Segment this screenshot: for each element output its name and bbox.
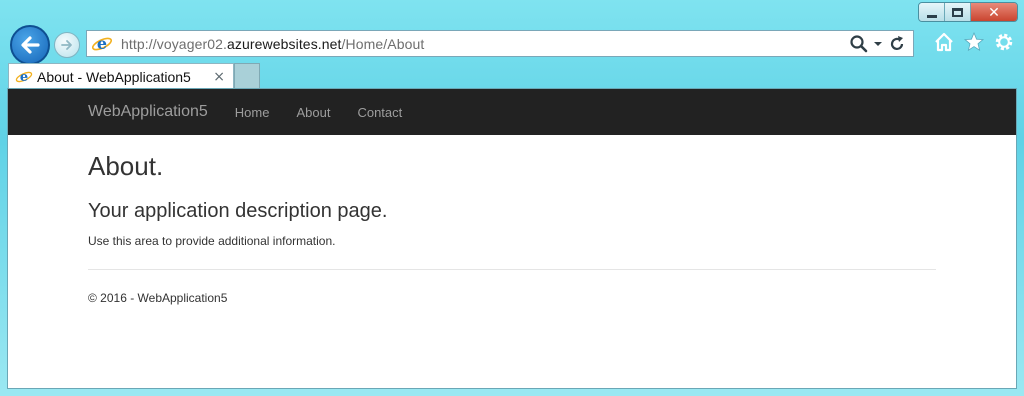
site-navbar: WebApplication5 Home About Contact xyxy=(8,89,1016,135)
favorites-button[interactable] xyxy=(962,30,986,54)
maximize-button[interactable] xyxy=(945,3,971,21)
browser-toolbar xyxy=(932,30,1016,54)
tab-strip: e About - WebApplication5 × xyxy=(0,62,1024,89)
url-host: azurewebsites.net xyxy=(227,35,342,52)
home-icon xyxy=(935,32,953,52)
back-arrow-icon xyxy=(21,36,40,54)
url-path: /Home/About xyxy=(341,35,425,52)
tab-about[interactable]: e About - WebApplication5 × xyxy=(8,63,234,89)
settings-button[interactable] xyxy=(992,30,1016,54)
page-title: About. xyxy=(88,151,164,181)
address-bar[interactable]: e http://voyager02.azurewebsites.net/Hom… xyxy=(86,30,914,57)
svg-text:e: e xyxy=(97,34,107,53)
tab-close-icon[interactable]: × xyxy=(213,69,225,85)
forward-arrow-icon xyxy=(61,40,72,50)
footer-divider xyxy=(88,269,936,270)
url-text[interactable]: http://voyager02.azurewebsites.net/Home/… xyxy=(121,36,424,52)
page-content: About. Your application description page… xyxy=(8,151,1016,305)
page-subtitle: Your application description page. xyxy=(88,200,388,222)
ie-tab-icon: e xyxy=(15,70,33,85)
nav-link-home[interactable]: Home xyxy=(235,105,270,120)
maximize-icon xyxy=(952,8,963,17)
new-tab-button[interactable] xyxy=(234,63,260,88)
address-actions xyxy=(849,34,907,54)
favorites-star-icon xyxy=(963,31,985,52)
refresh-icon[interactable] xyxy=(887,34,907,54)
forward-button[interactable] xyxy=(54,32,80,58)
window-controls: ✕ xyxy=(918,2,1018,22)
close-icon: ✕ xyxy=(988,4,1000,21)
svg-text:e: e xyxy=(20,70,28,85)
close-window-button[interactable]: ✕ xyxy=(971,3,1017,21)
nav-link-contact[interactable]: Contact xyxy=(357,105,402,120)
nav-link-about[interactable]: About xyxy=(296,105,330,120)
page-body-text: Use this area to provide additional info… xyxy=(88,234,336,248)
url-prefix: http://voyager02. xyxy=(121,35,227,52)
page-viewport: WebApplication5 Home About Contact About… xyxy=(7,88,1017,389)
settings-gear-icon xyxy=(995,33,1013,51)
dropdown-icon[interactable] xyxy=(873,39,883,49)
browser-navigation-bar: e http://voyager02.azurewebsites.net/Hom… xyxy=(0,24,1024,65)
minimize-button[interactable] xyxy=(919,3,945,21)
back-button[interactable] xyxy=(10,25,50,65)
tab-title: About - WebApplication5 xyxy=(37,68,191,85)
site-brand-link[interactable]: WebApplication5 xyxy=(88,103,208,121)
home-button[interactable] xyxy=(932,30,956,54)
ie-icon: e xyxy=(91,34,113,53)
minimize-icon xyxy=(926,15,937,18)
page-footer: © 2016 - WebApplication5 xyxy=(88,291,228,305)
search-icon[interactable] xyxy=(849,34,869,54)
